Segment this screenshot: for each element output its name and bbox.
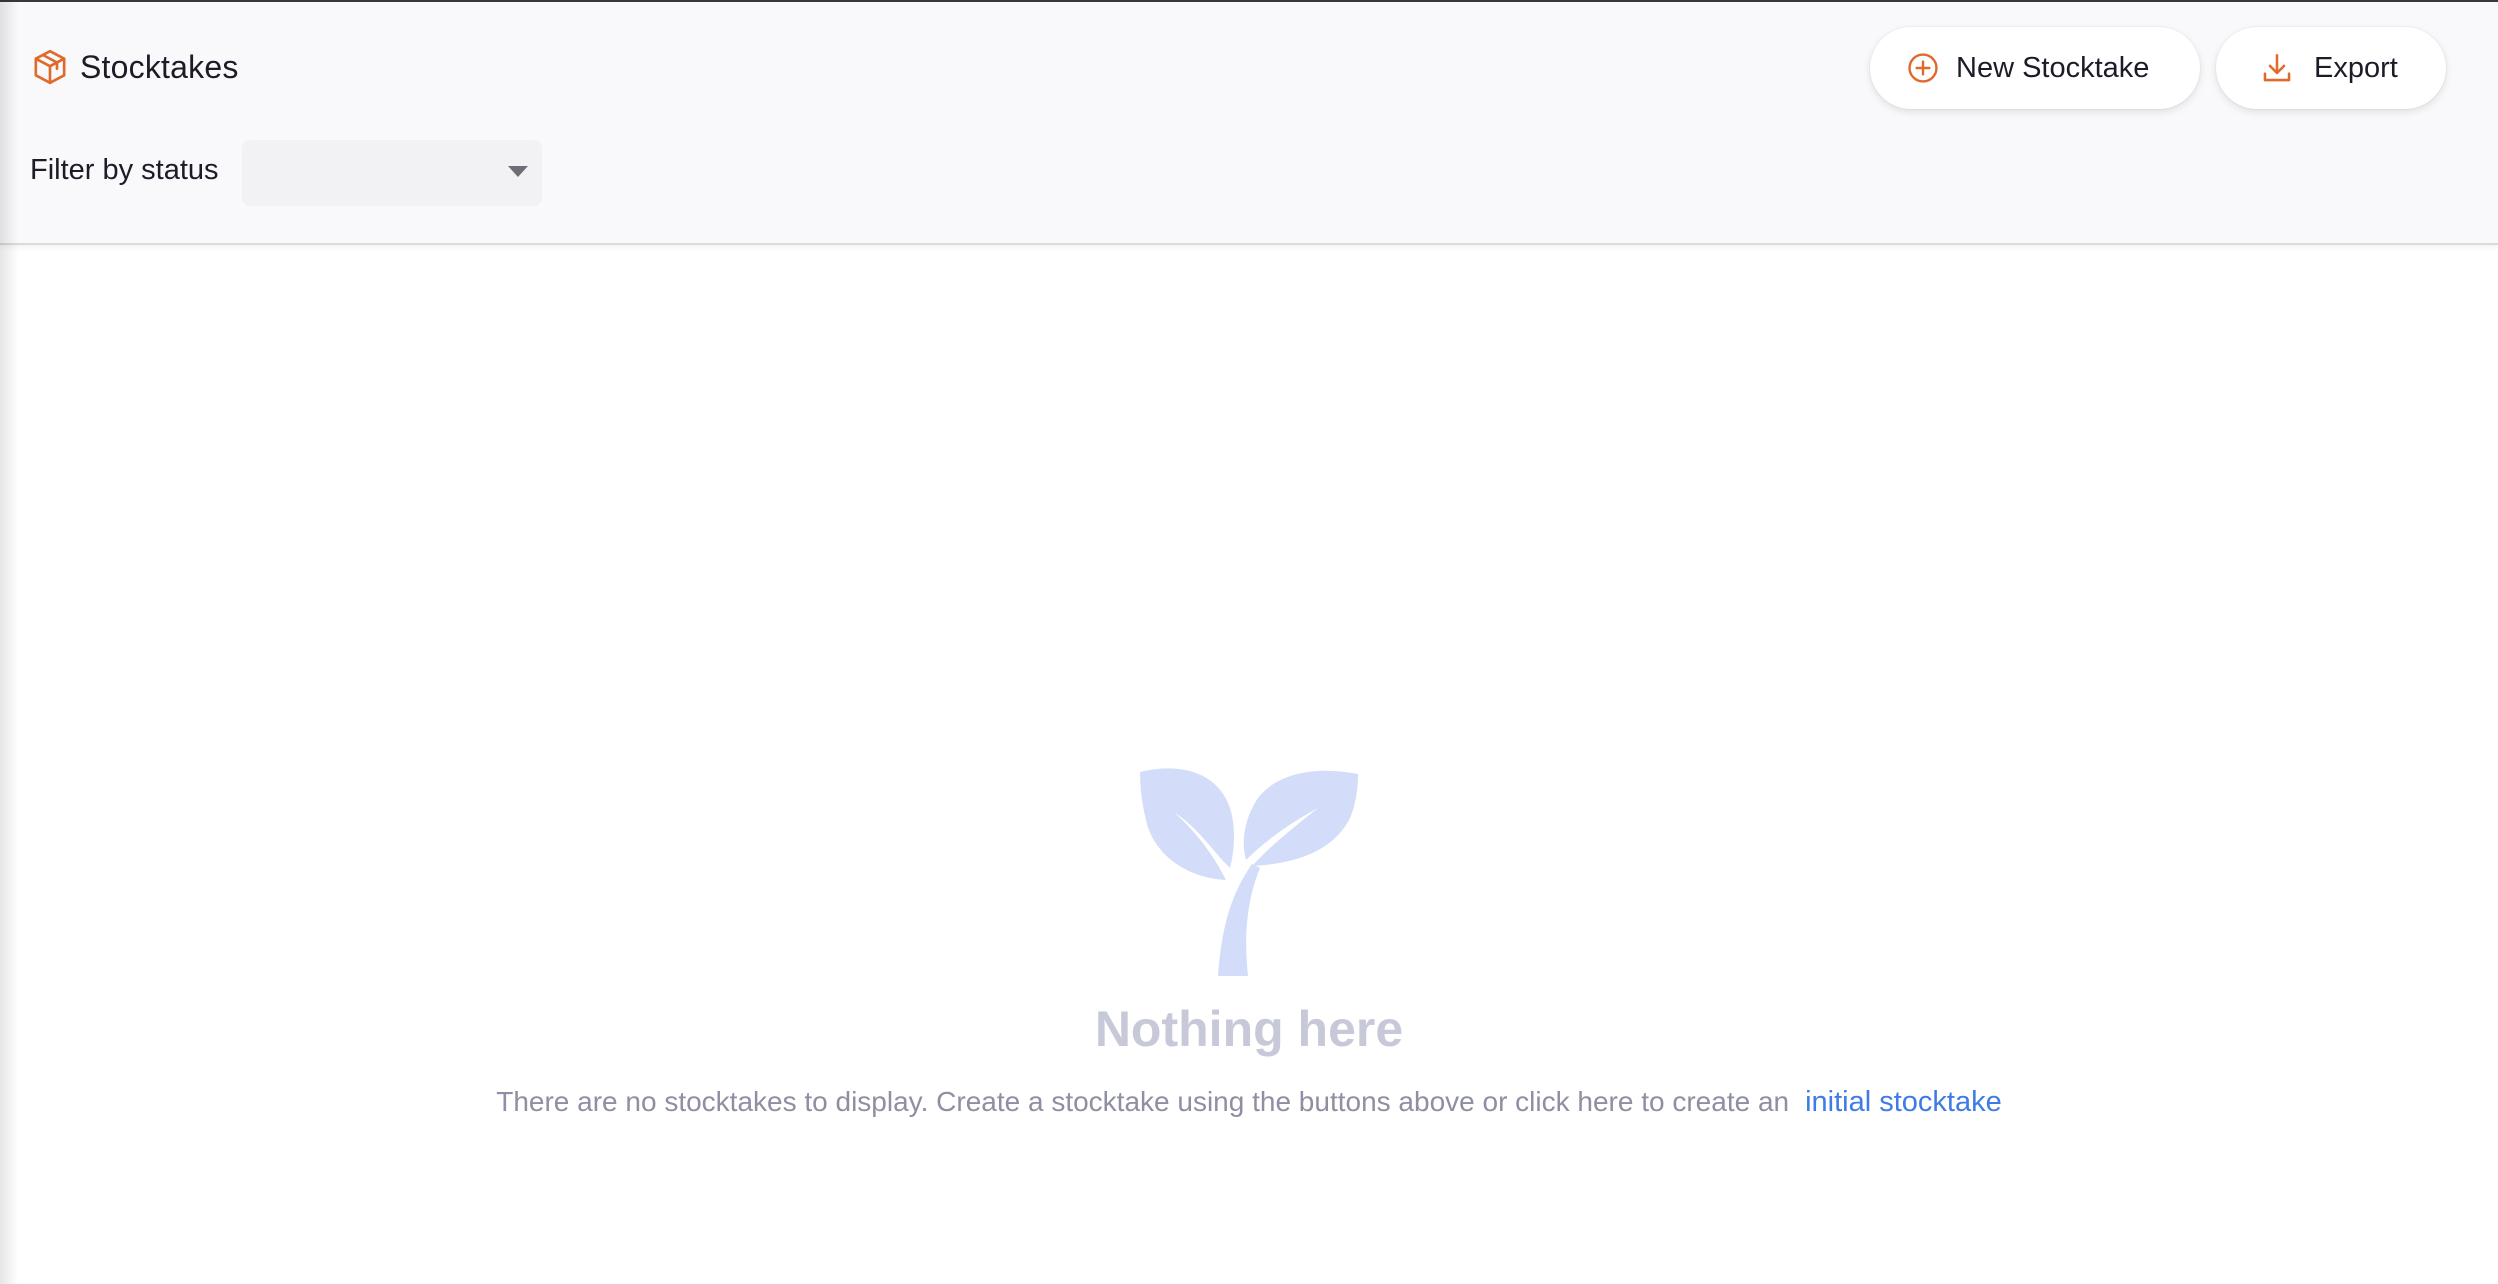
page-title-group: Stocktakes bbox=[30, 42, 239, 92]
package-box-icon bbox=[34, 49, 66, 85]
caret-down-icon bbox=[508, 166, 528, 177]
empty-state-message: There are no stocktakes to display. Crea… bbox=[496, 1086, 1790, 1117]
filter-status-label: Filter by status bbox=[30, 154, 219, 186]
export-label: Export bbox=[2314, 51, 2398, 84]
page-title: Stocktakes bbox=[80, 48, 239, 85]
page-header: Stocktakes New Stocktake Export Filter b… bbox=[0, 2, 2498, 245]
initial-stocktake-link[interactable]: initial stocktake bbox=[1805, 1086, 2002, 1119]
empty-state-message-row: There are no stocktakes to display. Crea… bbox=[0, 1086, 2498, 1119]
new-stocktake-button[interactable]: New Stocktake bbox=[1870, 27, 2200, 109]
sprout-icon bbox=[1140, 768, 1358, 976]
export-button[interactable]: Export bbox=[2216, 27, 2446, 109]
new-stocktake-label: New Stocktake bbox=[1956, 51, 2150, 84]
download-icon bbox=[2263, 53, 2291, 82]
plus-circle-icon bbox=[1908, 53, 1938, 83]
status-filter-select[interactable] bbox=[242, 140, 542, 206]
empty-state-title: Nothing here bbox=[1094, 1001, 1404, 1057]
